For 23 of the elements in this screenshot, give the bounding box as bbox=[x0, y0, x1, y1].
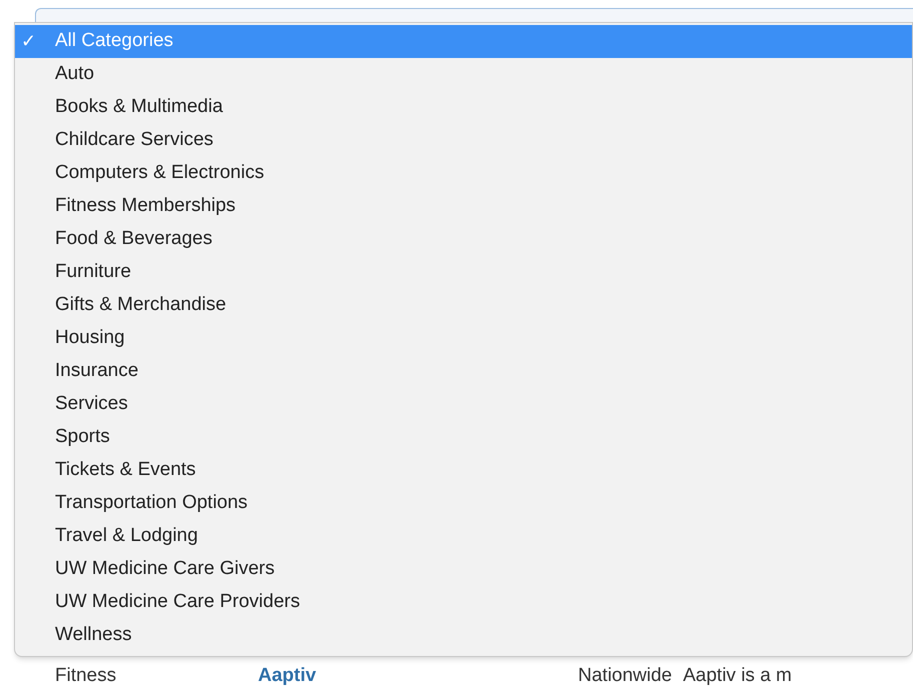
menu-item[interactable]: Computers & Electronics bbox=[15, 157, 912, 190]
menu-item[interactable]: Childcare Services bbox=[15, 124, 912, 157]
menu-item[interactable]: Services bbox=[15, 388, 912, 421]
table-cell-text: Fitness bbox=[54, 664, 118, 688]
menu-item[interactable]: Tickets & Events bbox=[15, 454, 912, 487]
menu-item[interactable]: Housing bbox=[15, 322, 912, 355]
menu-item[interactable]: Gifts & Merchandise bbox=[15, 289, 912, 322]
menu-item[interactable]: UW Medicine Care Givers bbox=[15, 553, 912, 586]
menu-item[interactable]: Auto bbox=[15, 58, 912, 91]
table-cell-text: Aaptiv is a m bbox=[683, 664, 792, 688]
table-cell-text: Nationwide bbox=[578, 664, 673, 688]
menu-item[interactable]: Insurance bbox=[15, 355, 912, 388]
select-field[interactable] bbox=[35, 8, 913, 22]
company-link[interactable]: Aaptiv bbox=[258, 662, 578, 690]
menu-item[interactable]: Fitness Memberships bbox=[15, 190, 912, 223]
menu-item[interactable]: Food & Beverages bbox=[15, 223, 912, 256]
menu-item[interactable]: Wellness bbox=[15, 619, 912, 652]
menu-item[interactable]: Books & Multimedia bbox=[15, 91, 912, 124]
menu-item[interactable]: Sports bbox=[15, 421, 912, 454]
menu-item[interactable]: Transportation Options bbox=[15, 487, 912, 520]
menu-item[interactable]: Furniture bbox=[15, 256, 912, 289]
menu-item[interactable]: Travel & Lodging bbox=[15, 520, 912, 553]
menu-item[interactable]: UW Medicine Care Providers bbox=[15, 586, 912, 619]
